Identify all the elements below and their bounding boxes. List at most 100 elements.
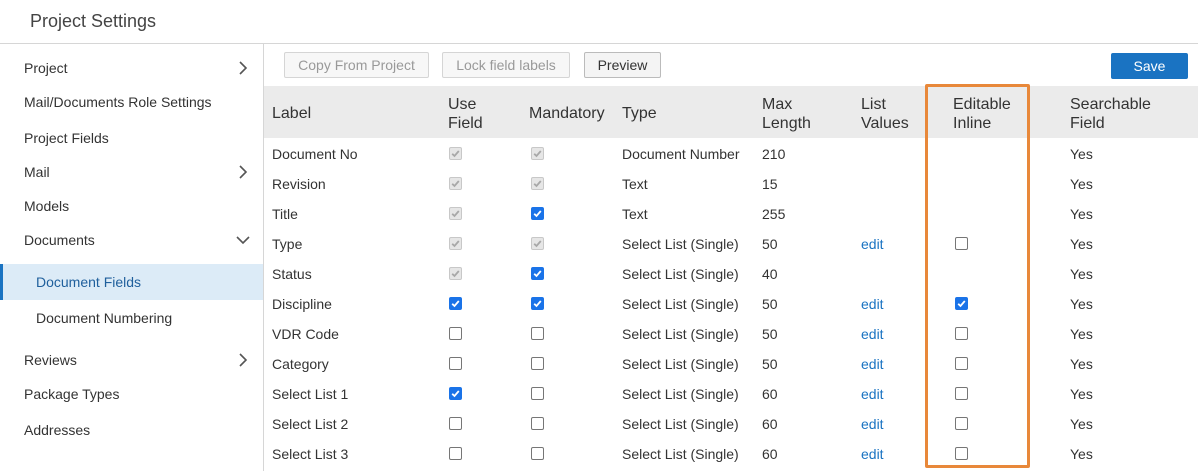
table-row: Type Select List (Single) 50 edit Yes — [264, 229, 1198, 259]
sidebar-item-label: Package Types — [24, 386, 120, 402]
use-field-checkbox[interactable] — [449, 447, 462, 460]
chevron-right-icon — [239, 353, 248, 367]
mandatory-checkbox[interactable] — [531, 357, 544, 370]
mandatory-checkbox[interactable] — [531, 327, 544, 340]
column-header-line: Editable — [953, 96, 1011, 113]
field-label-cell: Title — [272, 206, 298, 222]
table-header: Label Use Field Mandatory Type Max Lengt… — [264, 86, 1198, 138]
sidebar-item-reviews[interactable]: Reviews — [0, 343, 263, 377]
use-field-checkbox — [449, 267, 462, 280]
preview-button[interactable]: Preview — [584, 52, 661, 78]
max-length-cell: 210 — [762, 146, 786, 162]
field-label-cell: Select List 1 — [272, 386, 349, 402]
searchable-field-cell: Yes — [1070, 446, 1093, 462]
column-header-use-field: Use Field — [448, 95, 483, 133]
mandatory-checkbox[interactable] — [531, 297, 544, 310]
use-field-checkbox[interactable] — [449, 327, 462, 340]
field-label-cell: Status — [272, 266, 312, 282]
list-values-edit-link[interactable]: edit — [861, 416, 884, 432]
column-header-line: Use — [448, 96, 477, 113]
table-row: Category Select List (Single) 50 edit Yes — [264, 349, 1198, 379]
mandatory-checkbox[interactable] — [531, 417, 544, 430]
list-values-edit-link[interactable]: edit — [861, 326, 884, 342]
field-label-cell: Revision — [272, 176, 326, 192]
use-field-checkbox[interactable] — [449, 357, 462, 370]
mandatory-checkbox[interactable] — [531, 387, 544, 400]
editable-inline-checkbox[interactable] — [955, 357, 968, 370]
field-type-cell: Text — [622, 206, 648, 222]
column-header-line: List — [861, 96, 886, 113]
table-row: Revision Text 15 Yes — [264, 169, 1198, 199]
sidebar-item-document-numbering[interactable]: Document Numbering — [0, 301, 263, 335]
use-field-checkbox — [449, 237, 462, 250]
sidebar-item-label: Documents — [24, 232, 95, 248]
max-length-cell: 60 — [762, 446, 778, 462]
max-length-cell: 50 — [762, 356, 778, 372]
sidebar-item-documents[interactable]: Documents — [0, 223, 263, 257]
list-values-edit-link[interactable]: edit — [861, 296, 884, 312]
sidebar-item-addresses[interactable]: Addresses — [0, 413, 263, 447]
editable-inline-checkbox[interactable] — [955, 447, 968, 460]
sidebar-item-mail-documents-role-settings[interactable]: Mail/Documents Role Settings — [0, 85, 263, 119]
mandatory-checkbox[interactable] — [531, 207, 544, 220]
column-header-list-values: List Values — [861, 95, 909, 133]
list-values-edit-link[interactable]: edit — [861, 386, 884, 402]
editable-inline-checkbox[interactable] — [955, 417, 968, 430]
sidebar-item-package-types[interactable]: Package Types — [0, 377, 263, 411]
editable-inline-checkbox[interactable] — [955, 387, 968, 400]
column-header-line: Inline — [953, 115, 992, 132]
editable-inline-checkbox[interactable] — [955, 297, 968, 310]
save-button[interactable]: Save — [1111, 53, 1188, 79]
column-header-line: Field — [448, 115, 483, 132]
max-length-cell: 50 — [762, 326, 778, 342]
sidebar-item-label: Document Numbering — [36, 310, 173, 326]
mandatory-checkbox[interactable] — [531, 267, 544, 280]
editable-inline-checkbox[interactable] — [955, 237, 968, 250]
list-values-edit-link[interactable]: edit — [861, 236, 884, 252]
max-length-cell: 255 — [762, 206, 786, 222]
table-row: Select List 3 Select List (Single) 60 edit Y… — [264, 439, 1198, 469]
use-field-checkbox[interactable] — [449, 297, 462, 310]
searchable-field-cell: Yes — [1070, 386, 1093, 402]
table-row: Select List 1 Select List (Single) 60 edit Y… — [264, 379, 1198, 409]
field-type-cell: Select List (Single) — [622, 416, 739, 432]
list-values-edit-link[interactable]: edit — [861, 356, 884, 372]
field-label-cell: Discipline — [272, 296, 332, 312]
sidebar-item-mail[interactable]: Mail — [0, 155, 263, 189]
column-header-searchable-field: Searchable Field — [1070, 95, 1151, 133]
field-type-cell: Select List (Single) — [622, 296, 739, 312]
sidebar-item-project[interactable]: Project — [0, 51, 263, 85]
column-header-max-length: Max Length — [762, 95, 811, 133]
column-header-line: Field — [1070, 115, 1105, 132]
use-field-checkbox[interactable] — [449, 387, 462, 400]
field-type-cell: Select List (Single) — [622, 356, 739, 372]
column-header-line: Length — [762, 115, 811, 132]
field-type-cell: Document Number — [622, 146, 740, 162]
use-field-checkbox — [449, 147, 462, 160]
column-header-line: Values — [861, 115, 909, 132]
searchable-field-cell: Yes — [1070, 416, 1093, 432]
mandatory-checkbox[interactable] — [531, 447, 544, 460]
lock-field-labels-button[interactable]: Lock field labels — [442, 52, 570, 78]
sidebar-item-document-fields[interactable]: Document Fields — [0, 264, 263, 300]
chevron-right-icon — [239, 165, 248, 179]
field-label-cell: Document No — [272, 146, 358, 162]
table-row: Discipline Select List (Single) 50 edit Yes — [264, 289, 1198, 319]
sidebar-item-models[interactable]: Models — [0, 189, 263, 223]
column-header-line: Searchable — [1070, 96, 1151, 113]
sidebar-item-label: Document Fields — [36, 274, 142, 290]
table-row: Title Text 255 Yes — [264, 199, 1198, 229]
editable-inline-checkbox[interactable] — [955, 327, 968, 340]
use-field-checkbox[interactable] — [449, 417, 462, 430]
sidebar-item-project-fields[interactable]: Project Fields — [0, 121, 263, 155]
field-type-cell: Select List (Single) — [622, 236, 739, 252]
main-content: Copy From Project Lock field labels Prev… — [264, 44, 1198, 471]
column-header-label: Label — [272, 105, 312, 122]
list-values-edit-link[interactable]: edit — [861, 446, 884, 462]
chevron-right-icon — [239, 61, 248, 75]
copy-from-project-button[interactable]: Copy From Project — [284, 52, 429, 78]
column-header-line: Max — [762, 96, 793, 113]
searchable-field-cell: Yes — [1070, 176, 1093, 192]
column-header-mandatory: Mandatory — [529, 105, 605, 122]
field-label-cell: Category — [272, 356, 329, 372]
